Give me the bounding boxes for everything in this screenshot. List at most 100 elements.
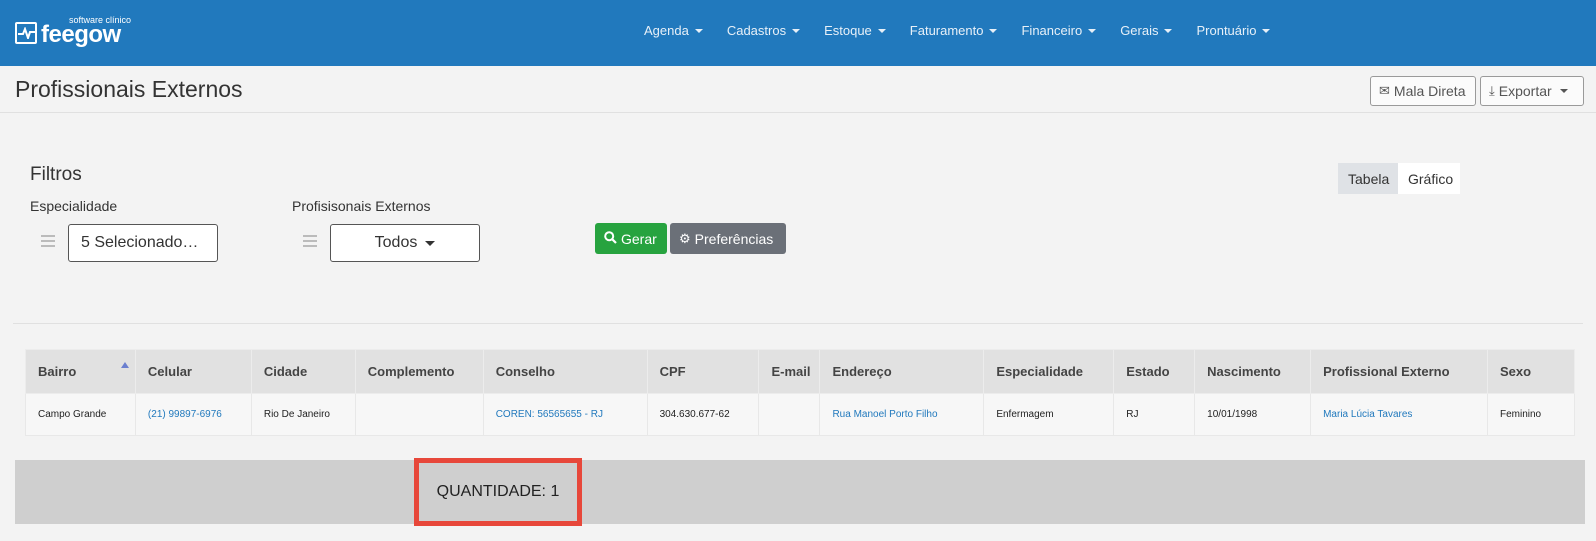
column-label: Sexo (1499, 364, 1532, 379)
column-header-profissional-externo[interactable]: Profissional Externo (1310, 349, 1488, 394)
sort-ascending-icon (120, 362, 129, 368)
column-header-endereco[interactable]: Endereço (819, 349, 985, 394)
column-label: Cidade (263, 364, 308, 379)
nav-gerais-label: Gerais (1120, 23, 1159, 38)
cell-cpf: 304.630.677-62 (646, 393, 760, 436)
logo-name: feegow (41, 21, 121, 48)
column-label: Endereço (832, 364, 892, 379)
cell-nascimento: 10/01/1998 (1194, 393, 1312, 436)
quantidade-text: QUANTIDADE: 1 (436, 483, 560, 500)
cell-complemento (354, 393, 484, 436)
caret-down-icon (1088, 28, 1097, 33)
column-label: Celular (147, 364, 192, 379)
caret-down-icon (877, 28, 886, 33)
top-navbar: software clínico feegow Agenda Cadastros… (0, 0, 1596, 66)
profissionais-externos-value: Todos (374, 234, 418, 251)
tabela-toggle[interactable]: Tabela (1338, 163, 1398, 194)
nav-cadastros-label: Cadastros (726, 23, 787, 38)
column-header-email[interactable]: E-mail (758, 349, 821, 394)
cell-profissional-externo-link[interactable]: Maria Lúcia Tavares (1310, 393, 1488, 436)
column-header-estado[interactable]: Estado (1113, 349, 1196, 394)
gerar-button[interactable]: Gerar (595, 223, 667, 254)
envelope-icon: ✉ (1379, 83, 1390, 98)
nav-gerais[interactable]: Gerais (1120, 23, 1173, 38)
nav-financeiro[interactable]: Financeiro (1021, 23, 1097, 38)
especialidade-label: Especialidade (30, 198, 118, 214)
column-label: Complemento (367, 364, 455, 379)
feegow-logo[interactable]: software clínico feegow (15, 14, 145, 48)
column-label: E-mail (771, 364, 811, 379)
summary-bar (15, 460, 1585, 524)
column-header-conselho[interactable]: Conselho (482, 349, 648, 394)
gerar-label: Gerar (621, 230, 657, 247)
section-divider (13, 323, 1583, 324)
quantidade-highlight: QUANTIDADE: 1 (414, 458, 582, 526)
caret-down-icon (989, 28, 998, 33)
page-header: Profissionais Externos ✉ Mala Direta ⤓ E… (0, 66, 1596, 113)
logo-pulse-icon (15, 22, 37, 44)
nav-faturamento[interactable]: Faturamento (910, 23, 998, 38)
profissionais-externos-select[interactable]: Todos (330, 224, 480, 262)
results-table: Bairro Celular Cidade Complemento Consel… (25, 349, 1576, 436)
column-header-nascimento[interactable]: Nascimento (1194, 349, 1312, 394)
column-label: Nascimento (1207, 364, 1281, 379)
nav-faturamento-label: Faturamento (909, 23, 984, 38)
grafico-toggle[interactable]: Gráfico (1398, 163, 1460, 194)
profissionais-externos-label: Profisisonais Externos (292, 198, 431, 214)
nav-agenda[interactable]: Agenda (644, 23, 703, 38)
cell-especialidade: Enfermagem (983, 393, 1115, 436)
nav-prontuario[interactable]: Prontuário (1196, 23, 1271, 38)
column-label: Estado (1126, 364, 1170, 379)
column-header-cpf[interactable]: CPF (646, 349, 760, 394)
cell-endereco-link[interactable]: Rua Manoel Porto Filho (819, 393, 985, 436)
caret-down-icon (1559, 89, 1568, 93)
column-header-cidade[interactable]: Cidade (250, 349, 356, 394)
cell-estado: RJ (1113, 393, 1196, 436)
column-header-celular[interactable]: Celular (134, 349, 252, 394)
column-label: Especialidade (996, 364, 1084, 379)
especialidade-select[interactable]: 5 Selecionado… (68, 224, 218, 262)
column-header-sexo[interactable]: Sexo (1486, 349, 1576, 394)
preferencias-button[interactable]: ⚙ Preferências (670, 223, 786, 254)
page-title: Profissionais Externos (15, 76, 243, 102)
caret-down-icon (694, 28, 703, 33)
nav-estoque[interactable]: Estoque (824, 23, 886, 38)
column-label: Conselho (495, 364, 555, 379)
download-icon: ⤓ (1489, 83, 1495, 98)
mala-direta-button[interactable]: ✉ Mala Direta (1370, 76, 1476, 106)
nav-agenda-label: Agenda (644, 23, 689, 38)
cell-email (758, 393, 821, 436)
column-label: CPF (659, 364, 686, 379)
column-header-especialidade[interactable]: Especialidade (983, 349, 1115, 394)
filters-title: Filtros (30, 164, 82, 185)
grafico-label: Gráfico (1408, 170, 1454, 187)
cell-bairro: Campo Grande (25, 393, 136, 436)
caret-down-icon (792, 28, 801, 33)
cell-celular-link[interactable]: (21) 99897-6976 (134, 393, 252, 436)
search-icon (604, 230, 617, 247)
cell-conselho-link[interactable]: COREN: 56565655 - RJ (482, 393, 648, 436)
drag-handle-icon[interactable] (303, 235, 317, 247)
nav-estoque-label: Estoque (824, 23, 872, 38)
cell-sexo: Feminino (1486, 393, 1576, 436)
cell-cidade: Rio De Janeiro (250, 393, 356, 436)
column-header-complemento[interactable]: Complemento (354, 349, 484, 394)
exportar-button[interactable]: ⤓ Exportar (1480, 76, 1584, 106)
column-label: Profissional Externo (1323, 364, 1450, 379)
nav-financeiro-label: Financeiro (1021, 23, 1083, 38)
nav-prontuario-label: Prontuário (1196, 23, 1257, 38)
especialidade-value: 5 Selecionado… (81, 234, 199, 251)
drag-handle-icon[interactable] (41, 235, 55, 247)
column-header-bairro[interactable]: Bairro (25, 349, 136, 394)
column-label: Bairro (38, 364, 77, 379)
nav-cadastros[interactable]: Cadastros (726, 23, 801, 38)
exportar-label: Exportar (1498, 83, 1552, 99)
table-row: Campo Grande (21) 99897-6976 Rio De Jane… (25, 393, 1576, 436)
caret-down-icon (1164, 28, 1173, 33)
main-menu: Agenda Cadastros Estoque Faturamento Fin… (644, 23, 1294, 38)
gear-icon: ⚙ (679, 230, 691, 246)
preferencias-label: Preferências (694, 230, 774, 247)
tabela-label: Tabela (1348, 170, 1390, 187)
table-header-row: Bairro Celular Cidade Complemento Consel… (25, 349, 1576, 394)
mala-direta-label: Mala Direta (1393, 83, 1466, 99)
